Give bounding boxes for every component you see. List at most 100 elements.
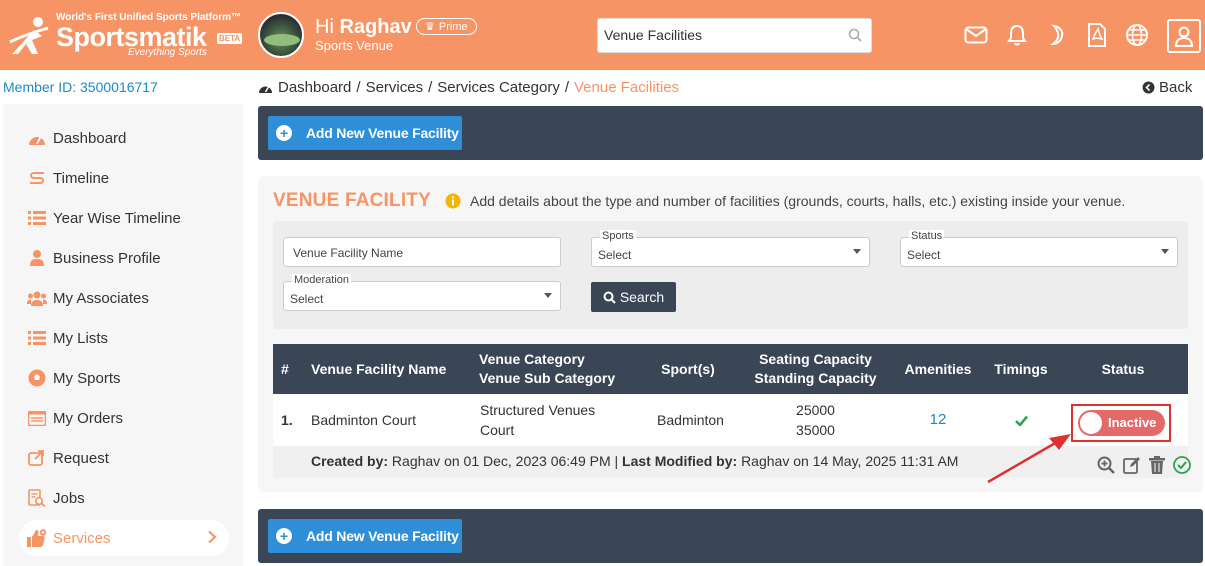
section-description: Add details about the type and number of…	[470, 193, 1126, 209]
globe-icon[interactable]	[1124, 22, 1150, 48]
beta-badge: BETA	[217, 33, 243, 44]
sidebar-item-label: Jobs	[53, 489, 85, 507]
sidebar-item-request[interactable]: Request	[3, 440, 243, 476]
dashboard-icon	[27, 128, 47, 148]
users-icon	[27, 288, 47, 308]
row-meta-text: Created by: Raghav on 01 Dec, 2023 06:49…	[311, 453, 958, 469]
jobs-icon	[27, 488, 47, 508]
top-header: World's First Unified Sports Platform™ S…	[0, 0, 1205, 70]
orders-icon	[27, 408, 47, 428]
sidebar-item-label: My Orders	[53, 409, 124, 427]
breadcrumb: Dashboard / Services / Services Category…	[258, 79, 679, 96]
col-capacity-line1: Seating Capacity	[759, 351, 872, 367]
avatar[interactable]	[258, 12, 304, 58]
member-id: Member ID: 3500016717	[3, 79, 158, 95]
col-capacity: Seating Capacity Standing Capacity	[743, 344, 888, 394]
row-subcategory-value: Court	[480, 422, 515, 438]
select-value: Select	[290, 292, 324, 306]
created-by-label: Created by:	[311, 453, 389, 469]
plus-circle-icon: +	[276, 125, 292, 141]
breadcrumb-services-category[interactable]: Services Category	[437, 79, 560, 96]
back-link[interactable]: Back	[1142, 79, 1192, 96]
search-icon[interactable]	[848, 28, 862, 42]
search-input[interactable]: Venue Facilities	[597, 18, 872, 53]
user-menu-button[interactable]	[1167, 19, 1201, 53]
sidebar-item-timeline[interactable]: Timeline	[3, 160, 243, 196]
plus-circle-icon: +	[276, 528, 292, 544]
add-button-label: Add New Venue Facility	[306, 125, 459, 141]
row-category: Structured Venues Court	[480, 394, 640, 446]
prime-label: Prime	[438, 20, 468, 33]
sidebar-item-my-sports[interactable]: My Sports	[3, 360, 243, 396]
sidebar-item-dashboard[interactable]: Dashboard	[3, 120, 243, 156]
moon-icon[interactable]	[1044, 22, 1070, 48]
user-icon	[1174, 26, 1194, 47]
logo-subtitle: Everything Sports	[128, 47, 207, 58]
row-sports: Badminton	[657, 412, 724, 428]
col-name: Venue Facility Name	[311, 360, 447, 377]
dashboard-icon	[259, 86, 272, 93]
info-icon[interactable]	[445, 193, 461, 209]
sidebar-item-my-lists[interactable]: My Lists	[3, 320, 243, 356]
status-select[interactable]: Status Select	[900, 230, 1178, 267]
col-timings: Timings	[994, 360, 1048, 377]
col-category-line1: Venue Category	[479, 351, 585, 367]
list-icon	[27, 208, 47, 228]
toggle-knob	[1080, 412, 1102, 434]
caret-down-icon	[544, 293, 552, 298]
sidebar-item-jobs[interactable]: Jobs	[3, 480, 243, 516]
row-standing: 35000	[796, 422, 835, 438]
col-category-line2: Venue Sub Category	[479, 370, 616, 386]
sidebar-item-label: Business Profile	[53, 249, 161, 267]
sidebar-item-label: My Associates	[53, 289, 149, 307]
search-button-label: Search	[619, 289, 665, 305]
status-highlight-box: Inactive	[1071, 404, 1171, 442]
row-amenities-link[interactable]: 12	[893, 394, 983, 446]
sidebar-item-business-profile[interactable]: Business Profile	[3, 240, 243, 276]
breadcrumb-current: Venue Facilities	[574, 79, 680, 96]
moderation-select[interactable]: Moderation Select	[283, 274, 561, 311]
status-toggle-label: Inactive	[1108, 415, 1157, 430]
search-button[interactable]: Search	[591, 282, 676, 312]
row-capacity: 25000 35000	[743, 394, 888, 446]
bell-icon[interactable]	[1004, 22, 1030, 48]
avatar-image	[264, 34, 300, 46]
status-toggle[interactable]: Inactive	[1078, 410, 1165, 436]
user-role: Sports Venue	[315, 38, 394, 53]
col-capacity-line2: Standing Capacity	[754, 370, 877, 386]
greeting: Hi Raghav	[315, 16, 412, 39]
pdf-icon[interactable]	[1084, 22, 1110, 48]
row-name: Badminton Court	[311, 412, 417, 428]
breadcrumb-separator: /	[428, 79, 433, 96]
breadcrumb-services[interactable]: Services	[366, 79, 424, 96]
sidebar-item-label: Request	[53, 449, 109, 467]
crown-icon: ♛	[425, 21, 435, 33]
trash-icon[interactable]	[1147, 455, 1167, 475]
row-num: 1.	[281, 412, 293, 428]
approve-check-icon[interactable]	[1172, 455, 1192, 475]
sidebar-item-my-orders[interactable]: My Orders	[3, 400, 243, 436]
sportsmatik-logo[interactable]: World's First Unified Sports Platform™ S…	[8, 10, 248, 60]
sidebar-item-my-associates[interactable]: My Associates	[3, 280, 243, 316]
filter-panel: Venue Facility Name Sports Select Status…	[273, 221, 1188, 329]
sidebar-item-services[interactable]: Services	[19, 520, 229, 556]
col-amenities: Amenities	[904, 360, 972, 377]
check-icon	[1014, 415, 1028, 426]
venue-facility-name-input[interactable]: Venue Facility Name	[283, 237, 561, 267]
row-category-value: Structured Venues	[480, 402, 596, 418]
row-seating: 25000	[796, 402, 835, 418]
sidebar-item-label: My Sports	[53, 369, 121, 387]
sidebar-item-year-wise-timeline[interactable]: Year Wise Timeline	[3, 200, 243, 236]
user-name: Raghav	[339, 16, 412, 38]
caret-down-icon	[1161, 249, 1169, 254]
sidebar-item-label: My Lists	[53, 329, 109, 347]
meta-separator: |	[614, 453, 619, 469]
zoom-in-icon[interactable]	[1096, 455, 1116, 475]
breadcrumb-dashboard[interactable]: Dashboard	[278, 79, 351, 96]
sidebar-item-label: Dashboard	[53, 129, 127, 147]
mail-icon[interactable]	[963, 22, 989, 48]
add-venue-facility-button[interactable]: + Add New Venue Facility	[268, 116, 462, 150]
add-venue-facility-button[interactable]: + Add New Venue Facility	[268, 519, 462, 553]
sports-select[interactable]: Sports Select	[591, 230, 870, 267]
edit-icon[interactable]	[1122, 455, 1142, 475]
